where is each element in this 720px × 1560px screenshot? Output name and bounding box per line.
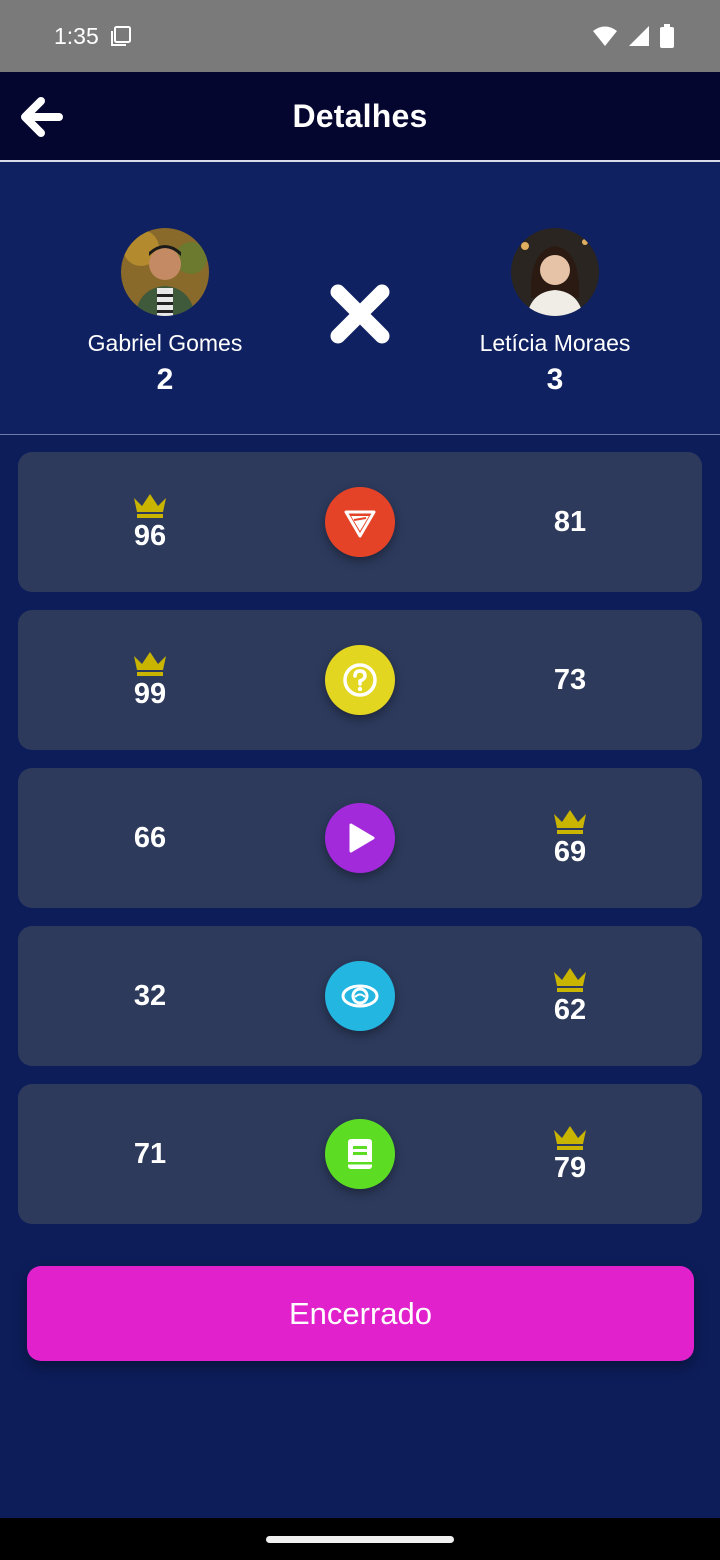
left-score-cell: 99 [90,610,210,750]
player-name: Gabriel Gomes [87,330,243,356]
pennant-icon [344,510,376,538]
player-right: Letícia Moraes 3 [435,228,675,397]
system-nav-bar [0,1518,720,1560]
right-score: 73 [553,664,587,696]
screenshot-icon [110,26,131,46]
round-card[interactable]: 99 73 [18,610,702,750]
home-indicator[interactable] [266,1536,454,1543]
crown-icon [554,1126,586,1150]
status-right [592,24,674,48]
category-badge [325,487,395,557]
right-score-cell: 81 [510,452,630,592]
arrow-left-icon [21,97,63,137]
crown-icon [134,494,166,518]
right-score-cell: 79 [510,1084,630,1224]
left-score: 32 [133,980,167,1012]
battery-icon [660,24,674,48]
right-score: 62 [553,994,587,1026]
status-time: 1:35 [54,22,99,49]
question-icon [343,663,377,697]
crown-icon [554,968,586,992]
left-score-cell: 32 [90,926,210,1066]
left-score-cell: 66 [90,768,210,908]
crown-icon [134,652,166,676]
wifi-icon [593,26,617,46]
left-score: 71 [133,1138,167,1170]
right-score: 81 [553,506,587,538]
right-score: 69 [553,836,587,868]
status-bar: 1:35 [0,0,720,72]
category-badge [325,961,395,1031]
header-divider [0,434,720,435]
avatar[interactable] [121,228,209,316]
round-card[interactable]: 96 81 [18,452,702,592]
category-badge [325,1119,395,1189]
round-card[interactable]: 66 69 [18,768,702,908]
left-score: 99 [133,678,167,710]
player-name: Letícia Moraes [479,330,631,356]
play-icon [349,823,375,853]
versus-x-icon [330,284,390,344]
round-card[interactable]: 71 79 [18,1084,702,1224]
right-score-cell: 69 [510,768,630,908]
player-score: 3 [546,363,564,396]
signal-icon [629,26,649,46]
category-badge [325,645,395,715]
avatar[interactable] [511,228,599,316]
app-bar: Detalhes [0,72,720,160]
right-score-cell: 62 [510,926,630,1066]
back-button[interactable] [18,94,64,140]
round-card[interactable]: 32 62 [18,926,702,1066]
page-title: Detalhes [292,97,428,134]
right-score-cell: 73 [510,610,630,750]
category-badge [325,803,395,873]
right-score: 79 [553,1152,587,1184]
status-left: 1:35 [54,23,133,50]
player-score: 2 [156,363,174,396]
player-left: Gabriel Gomes 2 [45,228,285,397]
finished-button[interactable]: Encerrado [27,1266,694,1361]
left-score: 96 [133,520,167,552]
eye-icon [341,984,379,1008]
left-score: 66 [133,822,167,854]
match-header: Gabriel Gomes 2 Letícia Moraes 3 [0,162,720,434]
left-score-cell: 96 [90,452,210,592]
rounds-list: 96 81 99 73 66 69 32 62 71 79 [18,452,702,1242]
book-icon [348,1139,372,1169]
crown-icon [554,810,586,834]
left-score-cell: 71 [90,1084,210,1224]
